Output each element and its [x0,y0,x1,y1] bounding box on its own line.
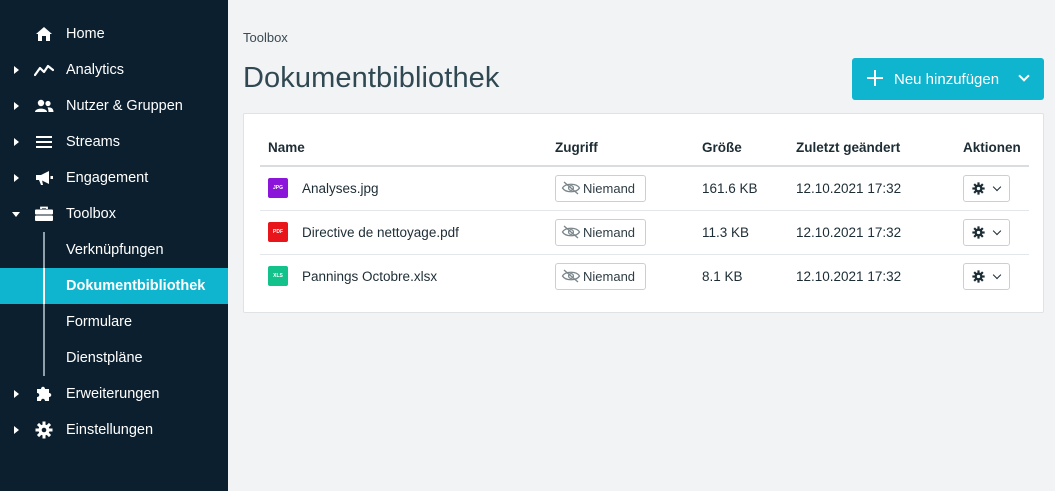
users-icon [34,96,54,116]
sidebar-subitem-label: Dokumentbibliothek [66,278,206,294]
sidebar-subitem-verknuepfungen[interactable]: Verknüpfungen [0,232,228,268]
puzzle-icon [34,384,54,404]
caret-right-icon [12,426,20,434]
home-icon [34,24,54,44]
size-cell: 11.3 KB [694,210,788,255]
caret-right-icon [12,102,20,110]
sidebar-item-label: Toolbox [66,206,116,222]
page-title: Dokumentbibliothek [243,62,500,94]
caret-right-icon [12,138,20,146]
column-header-access[interactable]: Zugriff [547,130,694,167]
breadcrumb[interactable]: Toolbox [243,30,288,45]
access-cell: Niemand [547,254,694,298]
modified-cell: 12.10.2021 17:32 [796,268,902,284]
sidebar-item-label: Nutzer & Gruppen [66,98,183,114]
sidebar-item-erweiterungen[interactable]: Erweiterungen [0,376,228,412]
row-actions-button[interactable] [963,262,1010,290]
gear-icon [34,420,54,440]
sidebar-subitem-label: Dienstpläne [66,350,143,366]
chevron-down-icon [992,182,1002,191]
row-actions-button[interactable] [963,218,1010,246]
sidebar-item-home[interactable]: Home [0,16,228,52]
sidebar-item-label: Streams [66,134,120,150]
file-name-cell: XLS Pannings Octobre.xlsx [260,254,547,298]
table-row: PDF Directive de nettoyage.pdf Niemand 1… [260,210,1029,255]
row-actions-button[interactable] [963,174,1010,202]
caret-right-icon [12,174,20,182]
caret-right-icon [12,66,20,74]
eye-slash-icon [561,181,581,195]
access-badge[interactable]: Niemand [555,174,647,202]
access-label: Niemand [583,224,636,240]
sidebar-subitem-formulare[interactable]: Formulare [0,304,228,340]
sidebar-item-toolbox[interactable]: Toolbox [0,196,228,232]
jpg-file-icon: JPG [268,178,288,199]
sidebar-item-streams[interactable]: Streams [0,124,228,160]
toolbox-submenu: Verknüpfungen Dokumentbibliothek Formula… [0,232,228,376]
gear-icon [972,270,985,283]
megaphone-icon [34,168,54,188]
sidebar-subitem-dienstplaene[interactable]: Dienstpläne [0,340,228,376]
sidebar-item-label: Einstellungen [66,422,154,438]
table-row: JPG Analyses.jpg Niemand 161.6 KB 12.10.… [260,166,1029,211]
eye-slash-icon [561,269,581,283]
access-label: Niemand [583,268,636,284]
access-cell: Niemand [547,166,694,211]
document-table: Name Zugriff Größe Zuletzt geändert Akti… [260,130,1029,298]
sidebar-item-label: Engagement [66,170,149,186]
file-name-cell: JPG Analyses.jpg [260,166,547,211]
caret-down-icon [12,210,20,218]
eye-slash-icon [561,225,581,239]
size-cell: 161.6 KB [694,166,788,211]
table-header-row: Name Zugriff Größe Zuletzt geändert Akti… [260,130,1029,167]
pdf-file-icon: PDF [268,222,288,242]
sidebar-item-label: Erweiterungen [66,386,160,402]
actions-cell [955,210,1029,255]
actions-cell [955,166,1029,211]
caret-right-icon [12,390,20,398]
gear-icon [972,225,985,239]
sidebar-item-label: Analytics [66,62,125,78]
sidebar-item-engagement[interactable]: Engagement [0,160,228,196]
sidebar-subitem-label: Verknüpfungen [66,242,164,258]
column-header-modified[interactable]: Zuletzt geändert [788,130,955,167]
add-new-button[interactable]: Neu hinzufügen [852,58,1044,100]
chevron-down-icon [1018,70,1030,82]
modified-cell: 12.10.2021 17:32 [788,210,955,255]
file-name-link[interactable]: Pannings Octobre.xlsx [302,269,437,284]
chevron-down-icon [992,270,1002,279]
access-label: Niemand [583,180,636,196]
plus-icon [866,69,884,87]
sidebar-subitem-label: Formulare [66,314,133,330]
sidebar-item-einstellungen[interactable]: Einstellungen [0,412,228,448]
xls-file-icon: XLS [268,266,288,287]
file-name-link[interactable]: Analyses.jpg [302,181,379,196]
sidebar-item-analytics[interactable]: Analytics [0,52,228,88]
document-table-card: Name Zugriff Größe Zuletzt geändert Akti… [243,113,1044,313]
streams-icon [34,132,54,152]
access-badge[interactable]: Niemand [555,262,647,290]
gear-icon [972,182,985,195]
access-cell: Niemand [547,210,694,255]
analytics-icon [34,60,54,80]
sidebar: Home Analytics Nutzer & Gruppen Streams … [0,0,228,491]
toolbox-icon [34,204,54,224]
modified-cell: 12.10.2021 17:32 [788,166,955,211]
sidebar-subitem-dokumentbibliothek[interactable]: Dokumentbibliothek [0,268,228,304]
column-header-name[interactable]: Name [260,130,547,167]
access-badge[interactable]: Niemand [555,218,647,246]
chevron-down-icon [992,226,1002,235]
column-header-actions: Aktionen [955,130,1029,167]
column-header-size[interactable]: Größe [694,130,788,167]
add-new-button-label: Neu hinzufügen [894,70,1000,88]
table-row: XLS Pannings Octobre.xlsx Niemand 8.1 KB… [260,254,1029,298]
actions-cell [955,254,1029,298]
size-cell: 8.1 KB [702,268,743,284]
file-name-link[interactable]: Directive de nettoyage.pdf [302,225,459,240]
sidebar-item-label: Home [66,26,105,42]
file-name-cell: PDF Directive de nettoyage.pdf [260,210,547,255]
sidebar-item-users[interactable]: Nutzer & Gruppen [0,88,228,124]
